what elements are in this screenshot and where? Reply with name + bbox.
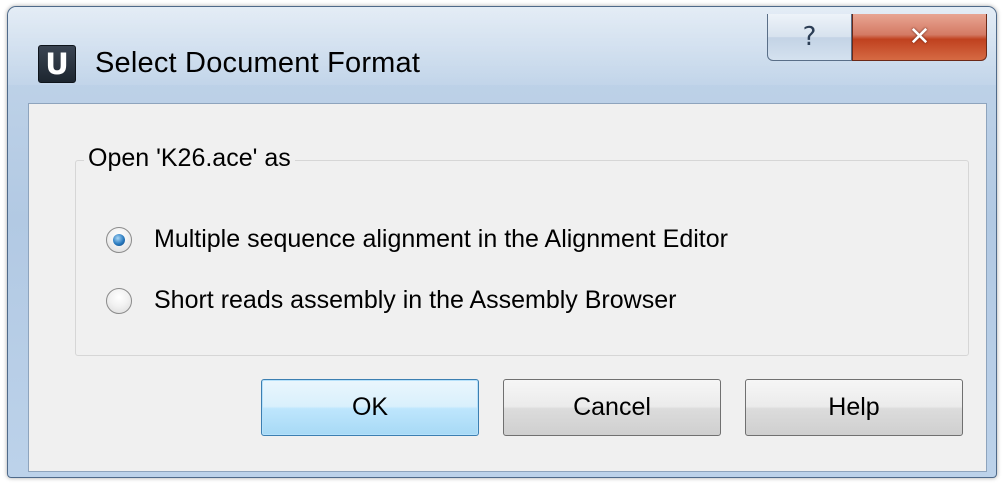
help-caption-button[interactable]: ? [767,14,852,61]
group-title: Open 'K26.ace' as [84,144,295,173]
close-caption-button[interactable]: ✕ [852,14,987,61]
app-icon-letter: U [45,46,69,81]
question-mark-icon: ? [802,22,817,52]
help-button[interactable]: Help [745,379,963,436]
ok-button[interactable]: OK [261,379,479,436]
cancel-button[interactable]: Cancel [503,379,721,436]
app-icon: U [38,45,76,83]
radio-option-alignment-editor[interactable]: Multiple sequence alignment in the Align… [106,225,728,254]
radio-option-assembly-browser[interactable]: Short reads assembly in the Assembly Bro… [106,286,676,315]
radio-button-unchecked[interactable] [106,287,132,314]
close-icon: ✕ [908,22,931,52]
radio-button-checked[interactable] [106,226,132,253]
radio-label-alignment-editor: Multiple sequence alignment in the Align… [154,225,728,253]
radio-label-assembly-browser: Short reads assembly in the Assembly Bro… [154,286,677,314]
open-as-group: Open 'K26.ace' as Multiple sequence alig… [75,144,969,356]
dialog-body: Open 'K26.ace' as Multiple sequence alig… [28,103,987,472]
dialog-title: Select Document Format [95,47,421,79]
dialog-window: U Select Document Format ? ✕ Open 'K26.a… [7,6,997,478]
